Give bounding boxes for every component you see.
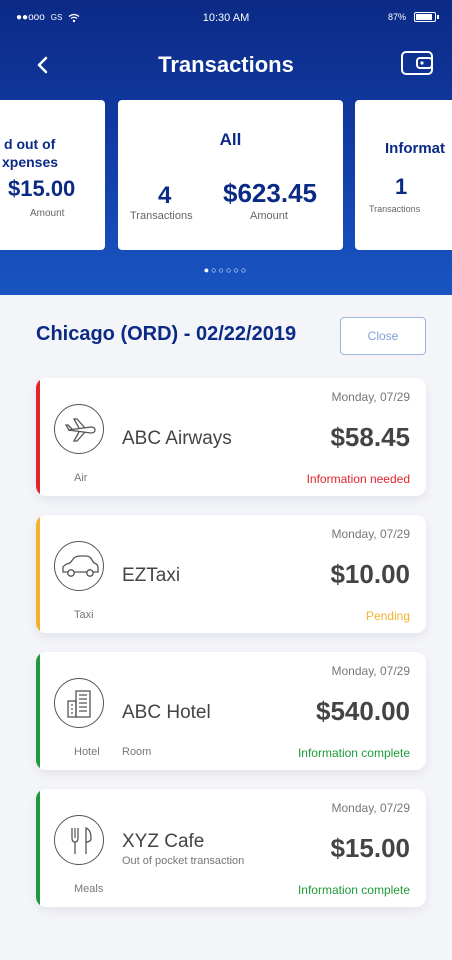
merchant-name: ABC Hotel: [122, 702, 211, 723]
hotel-icon: [54, 678, 104, 728]
meal-icon: [54, 815, 104, 865]
transaction-status: Pending: [365, 609, 410, 623]
transaction-date: Monday, 07/29: [331, 664, 411, 678]
transaction-date: Monday, 07/29: [331, 390, 411, 404]
transaction-category: Air: [74, 472, 88, 484]
transaction-card-taxi[interactable]: Monday, 07/29 EZTaxi $10.00 Taxi Pending: [36, 515, 426, 633]
transaction-amount: $58.45: [330, 422, 410, 452]
card-count-label: Transactions: [369, 204, 421, 214]
header: ●●ooo GS 10:30 AM 87% Transactions d out…: [0, 0, 452, 295]
group-title: Chicago (ORD) - 02/22/2019: [36, 323, 297, 345]
merchant-subtitle: Out of pocket transaction: [122, 855, 245, 867]
page-indicator[interactable]: ●○○○○○: [0, 265, 452, 275]
card-count: 4: [158, 182, 172, 209]
transaction-category: Meals: [74, 883, 104, 895]
card-count: 1: [395, 174, 408, 199]
transaction-date: Monday, 07/29: [331, 801, 411, 815]
merchant-name: EZTaxi: [122, 565, 181, 586]
transaction-subcategory: Room: [122, 746, 152, 758]
wallet-button[interactable]: [400, 48, 434, 78]
status-accent-bar: [36, 378, 40, 496]
summary-card-all[interactable]: All 4 Transactions $623.45 Amount: [118, 100, 343, 250]
card-title-line1: d out of: [4, 136, 56, 152]
transaction-amount: $10.00: [330, 559, 410, 589]
status-accent-bar: [36, 515, 40, 633]
card-amount-label: Amount: [30, 208, 65, 219]
battery-percent: 87%: [387, 12, 406, 22]
status-time: 10:30 AM: [202, 12, 250, 24]
nav-bar: Transactions: [0, 40, 452, 90]
card-count-label: Transactions: [130, 210, 193, 222]
airplane-icon: [54, 404, 104, 454]
transaction-status: Information complete: [297, 883, 410, 897]
transaction-amount: $540.00: [316, 696, 410, 726]
summary-card-out-of-pocket[interactable]: d out of xpenses $15.00 Amount: [0, 100, 105, 250]
transaction-status: Information needed: [306, 472, 410, 486]
page-title: Transactions: [158, 52, 294, 77]
close-button[interactable]: Close: [340, 317, 426, 355]
transaction-card-airways[interactable]: Monday, 07/29 ABC Airways $58.45 Air Inf…: [36, 378, 426, 496]
status-right: 87%: [387, 12, 439, 22]
transaction-card-cafe[interactable]: Monday, 07/29 XYZ Cafe Out of pocket tra…: [36, 789, 426, 907]
transaction-amount: $15.00: [330, 833, 410, 863]
transaction-category: Taxi: [74, 609, 94, 621]
card-amount: $15.00: [8, 176, 76, 201]
card-title-line2: xpenses: [2, 154, 59, 170]
status-accent-bar: [36, 789, 40, 907]
transaction-category: Hotel: [74, 746, 100, 758]
wallet-icon: [401, 51, 433, 75]
card-title: All: [219, 130, 242, 149]
transaction-card-hotel[interactable]: Monday, 07/29 ABC Hotel $540.00 Hotel Ro…: [36, 652, 426, 770]
card-amount: $623.45: [223, 178, 317, 208]
status-bar: ●●ooo GS 10:30 AM 87%: [0, 0, 452, 36]
card-amount-label: Amount: [250, 210, 288, 222]
summary-card-information[interactable]: Informat 1 Transactions: [355, 100, 452, 250]
transaction-status: Information complete: [297, 746, 410, 760]
merchant-name: XYZ Cafe: [122, 831, 205, 852]
merchant-name: ABC Airways: [122, 428, 232, 449]
card-title: Informat: [385, 140, 445, 157]
status-accent-bar: [36, 652, 40, 770]
battery-icon: [414, 12, 439, 22]
transaction-date: Monday, 07/29: [331, 527, 411, 541]
car-icon: [54, 541, 104, 591]
